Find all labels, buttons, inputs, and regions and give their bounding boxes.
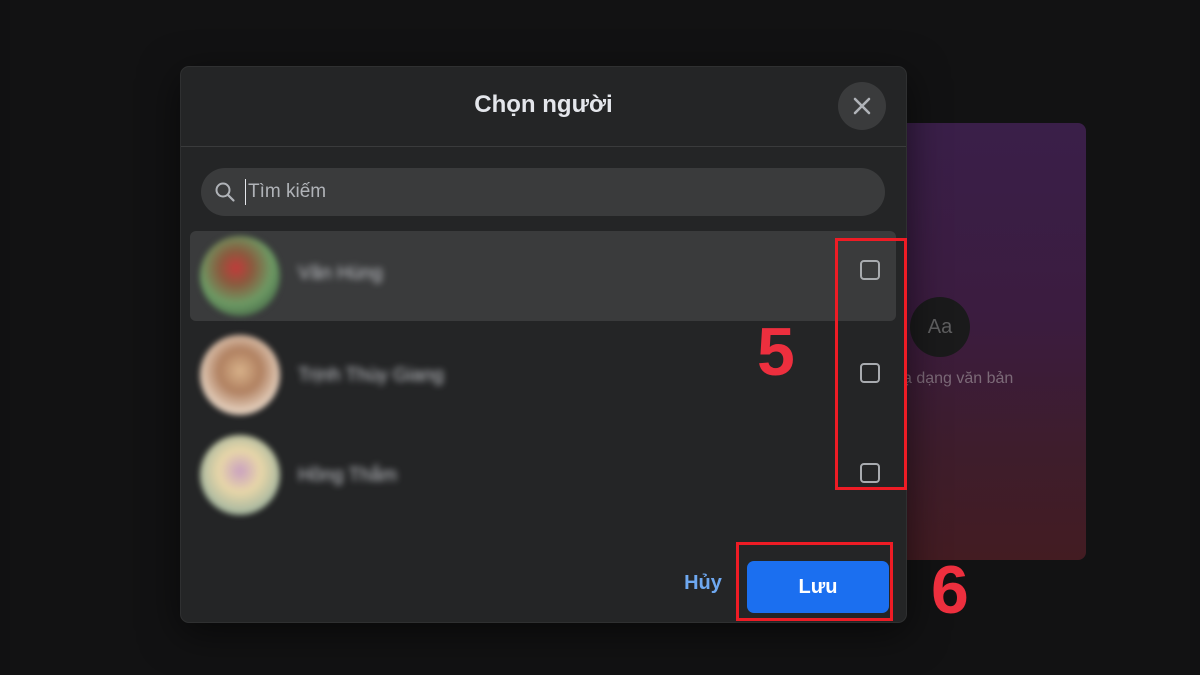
search-input[interactable]: [245, 179, 850, 205]
close-icon: [853, 97, 871, 115]
search-bar[interactable]: [201, 168, 885, 216]
avatar: [200, 435, 280, 515]
contact-row[interactable]: Văn Hùng: [190, 231, 896, 321]
contact-name: Hồng Thắm: [298, 465, 397, 486]
dialog-title: Chọn người: [474, 91, 613, 118]
select-people-dialog: Chọn người Văn Hùng Trịnh Thùy Giang: [180, 66, 907, 623]
search-icon: [214, 181, 236, 203]
contact-name: Văn Hùng: [298, 263, 383, 284]
text-story-card[interactable]: [880, 123, 1086, 560]
save-highlight-box: [736, 542, 893, 621]
dialog-header: Chọn người: [181, 67, 906, 147]
cancel-button[interactable]: Hủy: [668, 561, 738, 605]
step-6-label: 6: [931, 552, 969, 628]
checkbox-highlight-box: [835, 238, 907, 490]
close-button[interactable]: [838, 82, 886, 130]
avatar: [200, 236, 280, 316]
aa-icon: Aa: [910, 297, 970, 357]
text-story-label: ạ dạng văn bản: [903, 370, 1014, 387]
contact-row[interactable]: Hồng Thắm: [190, 431, 896, 531]
step-5-label: 5: [757, 314, 795, 390]
contact-name: Trịnh Thùy Giang: [298, 365, 444, 386]
avatar: [200, 335, 280, 415]
